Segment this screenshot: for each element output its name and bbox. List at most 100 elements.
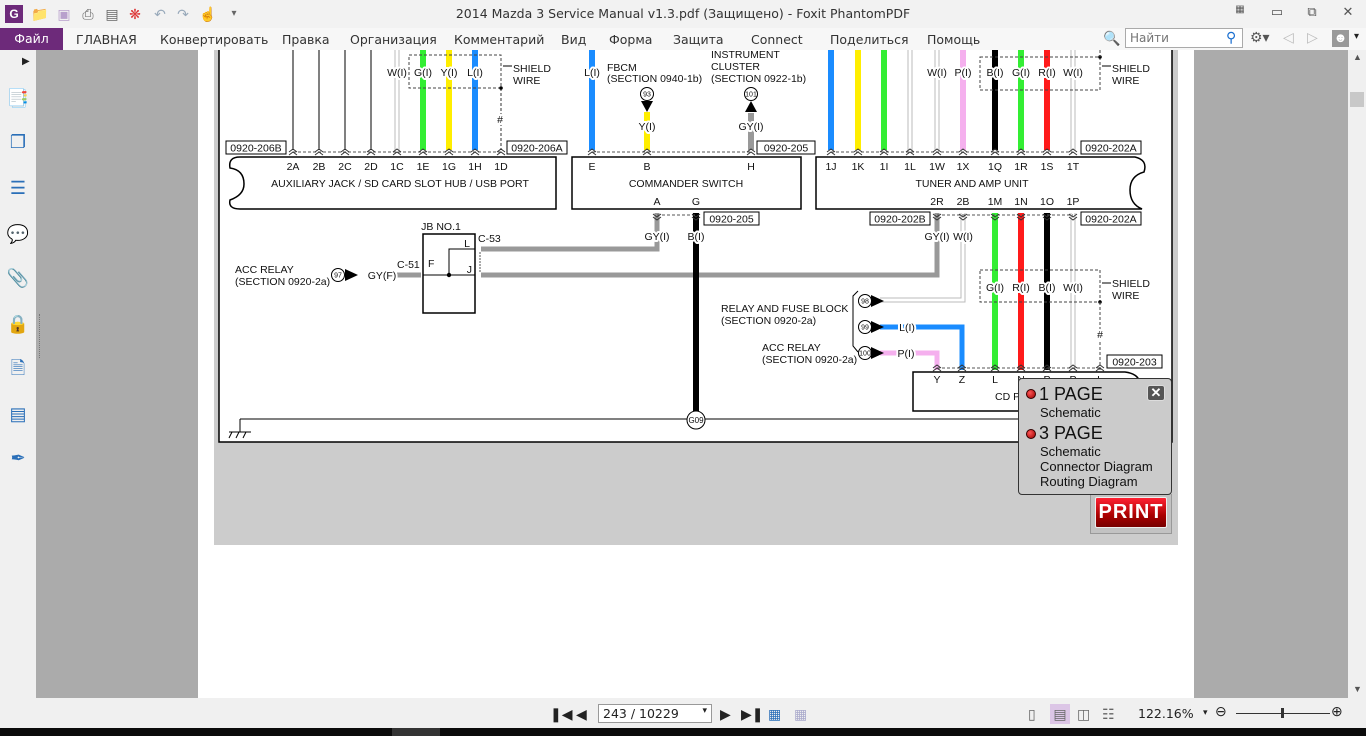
minimize-button[interactable]: ▭: [1267, 4, 1287, 22]
pages-icon[interactable]: ❐: [6, 130, 30, 154]
pin-label: Y: [933, 374, 940, 386]
close-button[interactable]: ✕: [1338, 4, 1358, 22]
label: ACC RELAY: [235, 264, 294, 276]
back-icon[interactable]: ◁: [1283, 29, 1294, 46]
label: F: [428, 258, 434, 270]
tab-file[interactable]: Файл: [0, 28, 63, 50]
fullscreen-icon[interactable]: ▦: [1230, 4, 1250, 22]
comments-icon[interactable]: 💬: [6, 222, 30, 246]
page-number-input[interactable]: 243 / 10229 ▾: [598, 704, 712, 723]
last-page-icon[interactable]: ▶❚: [741, 704, 764, 724]
tab-home[interactable]: ГЛАВНАЯ: [76, 32, 137, 47]
option-1-page-bullet-icon[interactable]: [1026, 389, 1036, 399]
reference-number: 93: [643, 92, 651, 99]
tab-protect[interactable]: Защита: [673, 32, 724, 47]
component-title: AUXILIARY JACK / SD CARD SLOT HUB / USB …: [271, 178, 529, 190]
taskbar: [0, 728, 1366, 736]
navigation-panel: ▶ 📑 ❐ ☰ 💬 📎 🔒 🗎 ▤ ✒: [0, 50, 36, 698]
pin-label: 1P: [1067, 196, 1080, 208]
wire-label: G(I): [986, 282, 1004, 294]
layers-icon[interactable]: ☰: [6, 176, 30, 200]
label: (SECTION 0920-2a): [762, 354, 857, 366]
tab-organize[interactable]: Организация: [350, 32, 437, 47]
pin-label: Z: [959, 374, 966, 386]
pin-label: 1Q: [988, 161, 1002, 173]
panel-resize-handle[interactable]: [39, 314, 41, 358]
zoom-dropdown-icon[interactable]: ▾: [1203, 707, 1208, 718]
pin-label: A: [653, 196, 660, 208]
continuous-facing-icon[interactable]: ☷: [1102, 704, 1115, 724]
scroll-down-icon[interactable]: ▼: [1353, 684, 1362, 694]
tab-convert[interactable]: Конвертировать: [160, 32, 268, 47]
fields-icon[interactable]: ▤: [6, 402, 30, 426]
search-icon[interactable]: ⚲: [1226, 29, 1236, 46]
forward-icon[interactable]: ▷: [1307, 29, 1318, 46]
pin-label: 1J: [825, 161, 836, 173]
page-info-icon[interactable]: 🗎: [6, 356, 30, 380]
wire-label: Y(I): [441, 67, 458, 79]
wire-label: P(I): [898, 348, 915, 360]
user-avatar-icon[interactable]: ☻: [1332, 30, 1349, 47]
security-icon[interactable]: 🔒: [6, 312, 30, 336]
pin-label: 1M: [988, 196, 1003, 208]
user-menu-chevron-icon[interactable]: ▾: [1354, 31, 1359, 42]
option-3-item: Schematic: [1040, 444, 1101, 459]
zoom-slider-thumb[interactable]: [1281, 708, 1284, 718]
pin-label: 1L: [904, 161, 916, 173]
tab-comment[interactable]: Комментарий: [454, 32, 544, 47]
option-3-page[interactable]: 3 PAGE: [1039, 423, 1103, 444]
connector-id-label: 0920-205: [709, 214, 754, 226]
previous-view-icon[interactable]: ▦: [768, 704, 781, 724]
label: C-51: [397, 259, 420, 271]
vertical-scrollbar[interactable]: ▲ ▼: [1348, 50, 1366, 698]
zoom-out-icon[interactable]: ⊖: [1215, 703, 1227, 720]
expand-panel-icon[interactable]: ▶: [22, 56, 30, 67]
component-title: COMMANDER SWITCH: [629, 178, 743, 190]
gear-icon[interactable]: ⚙▾: [1250, 29, 1270, 46]
continuous-page-icon[interactable]: ▤: [1050, 704, 1070, 724]
next-view-icon[interactable]: ▦: [794, 704, 807, 724]
bookmarks-icon[interactable]: 📑: [6, 86, 30, 110]
shield-label: SHIELD: [513, 63, 551, 75]
signatures-icon[interactable]: ✒: [6, 446, 30, 470]
tab-connect[interactable]: Connect: [751, 32, 803, 47]
print-options-popup: 1 PAGE Schematic 3 PAGE Schematic Connec…: [1018, 378, 1172, 495]
search-folder-icon[interactable]: 🔍: [1103, 30, 1120, 47]
single-page-icon[interactable]: ▯: [1028, 704, 1036, 724]
wire-label: G(I): [414, 67, 432, 79]
close-popup-icon[interactable]: ✕: [1147, 385, 1165, 401]
taskbar-app[interactable]: [392, 728, 440, 736]
wire-label: GY(F): [368, 270, 397, 282]
previous-page-icon[interactable]: ◀: [576, 704, 587, 724]
pin-label: 2C: [338, 161, 352, 173]
pin-label: 1O: [1040, 196, 1054, 208]
scroll-up-icon[interactable]: ▲: [1353, 52, 1362, 62]
reference-number: 98: [861, 299, 869, 306]
pin-label: 1C: [390, 161, 404, 173]
shield-label: WIRE: [1112, 75, 1139, 87]
first-page-icon[interactable]: ❚◀: [550, 704, 573, 724]
label: RELAY AND FUSE BLOCK: [721, 303, 848, 315]
print-button[interactable]: PRINT: [1095, 497, 1167, 528]
next-page-icon[interactable]: ▶: [720, 704, 731, 724]
window-title: 2014 Mazda 3 Service Manual v1.3.pdf (За…: [455, 6, 911, 21]
option-3-item: Connector Diagram: [1040, 459, 1153, 474]
tab-view[interactable]: Вид: [561, 32, 586, 47]
pin-label: 2R: [930, 196, 944, 208]
tab-form[interactable]: Форма: [609, 32, 652, 47]
pin-label: 2A: [287, 161, 300, 173]
scrollbar-thumb[interactable]: [1350, 92, 1364, 107]
wire-label: L(I): [467, 67, 483, 79]
option-1-page[interactable]: 1 PAGE: [1039, 384, 1103, 405]
zoom-in-icon[interactable]: ⊕: [1331, 703, 1343, 720]
facing-page-icon[interactable]: ◫: [1077, 704, 1090, 724]
tab-share[interactable]: Поделиться: [830, 32, 909, 47]
tab-help[interactable]: Помощь: [927, 32, 980, 47]
option-3-page-bullet-icon[interactable]: [1026, 429, 1036, 439]
pin-label: G: [692, 196, 700, 208]
attachments-icon[interactable]: 📎: [6, 266, 30, 290]
zoom-level[interactable]: 122.16%: [1138, 706, 1194, 721]
tab-edit[interactable]: Правка: [282, 32, 330, 47]
label: C-53: [478, 233, 501, 245]
restore-button[interactable]: ⧉: [1302, 4, 1322, 22]
